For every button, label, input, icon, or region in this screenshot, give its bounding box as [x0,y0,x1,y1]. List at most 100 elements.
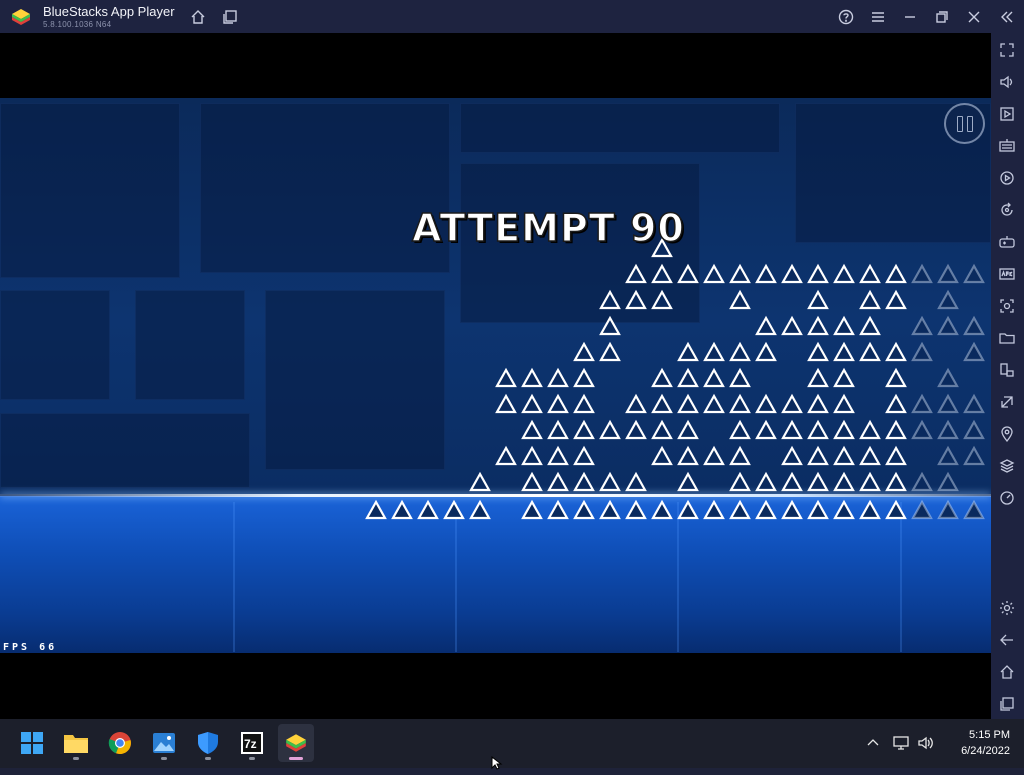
bluestacks-icon[interactable] [278,724,314,762]
rotate-icon[interactable] [997,200,1017,220]
keyboard-icon[interactable] [997,136,1017,156]
gamepad-icon[interactable] [997,232,1017,252]
photos-icon[interactable] [146,724,182,762]
spike-obstacle [781,445,803,466]
spike-obstacle [781,499,803,520]
spike-obstacle [729,393,751,414]
collapse-sidebar-icon[interactable] [997,7,1017,27]
spike-obstacle [495,445,517,466]
speed-icon[interactable] [997,488,1017,508]
spike-obstacle [651,445,673,466]
speaker-icon[interactable] [917,734,935,752]
spike-obstacle [625,289,647,310]
spike-obstacle [573,367,595,388]
android-home-icon[interactable] [997,662,1017,682]
help-icon[interactable] [836,7,856,27]
spike-obstacle [755,263,777,284]
spike-obstacle [807,315,829,336]
spike-obstacle [729,419,751,440]
location-icon[interactable] [997,424,1017,444]
file-explorer-icon[interactable] [58,724,94,762]
spike-obstacle [937,393,959,414]
spike-obstacle [495,367,517,388]
pause-button[interactable] [944,103,985,144]
spike-obstacle [573,393,595,414]
macro-icon[interactable] [997,168,1017,188]
chrome-icon[interactable] [102,724,138,762]
network-icon[interactable] [892,734,910,752]
defender-icon[interactable] [190,724,226,762]
spike-obstacle [677,445,699,466]
spike-obstacle [365,499,387,520]
7zip-icon[interactable]: 7z [234,724,270,762]
spike-obstacle [677,499,699,520]
spike-obstacle [677,471,699,492]
restore-icon[interactable] [932,7,952,27]
svg-text:7z: 7z [244,737,257,751]
home-icon[interactable] [188,7,208,27]
spike-obstacle [521,367,543,388]
minimize-icon[interactable] [900,7,920,27]
spike-obstacle [885,471,907,492]
spike-obstacle [833,315,855,336]
spike-obstacle [755,315,777,336]
folder-icon[interactable] [997,328,1017,348]
screenshot-icon[interactable] [997,296,1017,316]
spike-obstacle [885,393,907,414]
layers-icon[interactable] [997,456,1017,476]
fullscreen-icon[interactable] [997,40,1017,60]
clock-date[interactable]: 6/24/2022 [940,745,1010,757]
pause-icon [966,115,973,132]
windows-start-icon[interactable] [14,724,50,762]
menu-icon[interactable] [868,7,888,27]
spike-obstacle [651,367,673,388]
spike-obstacle [547,419,569,440]
spike-obstacle [833,393,855,414]
taskbar: 7z 5:15 PM 6/24/2022 [0,719,1024,768]
spike-obstacle [573,445,595,466]
spike-obstacle [807,419,829,440]
spike-obstacle [859,341,881,362]
chevron-up-icon[interactable] [864,734,882,752]
spike-obstacle [963,419,985,440]
spike-obstacle [625,393,647,414]
spike-obstacle [937,367,959,388]
back-icon[interactable] [997,630,1017,650]
spike-obstacle [729,471,751,492]
spike-obstacle [625,499,647,520]
close-icon[interactable] [964,7,984,27]
spike-obstacle [781,471,803,492]
spike-obstacle [703,341,725,362]
spike-obstacle [417,499,439,520]
spike-obstacle [807,393,829,414]
spike-obstacle [599,471,621,492]
spike-obstacle [885,341,907,362]
spike-obstacle [859,445,881,466]
volume-icon[interactable] [997,72,1017,92]
spike-obstacle [911,393,933,414]
spike-obstacle [677,419,699,440]
spike-obstacle [781,393,803,414]
spike-obstacle [859,499,881,520]
spike-obstacle [911,315,933,336]
settings-icon[interactable] [997,598,1017,618]
eco-mode-icon[interactable] [997,392,1017,412]
spike-obstacle [521,471,543,492]
spike-obstacle [599,315,621,336]
apk-icon[interactable] [997,264,1017,284]
emulator-viewport[interactable]: ATTEMPT 90 FPS 66 [0,33,991,719]
spike-obstacle [677,341,699,362]
clock-time[interactable]: 5:15 PM [950,729,1010,741]
spike-obstacle [573,471,595,492]
resize-icon[interactable] [997,360,1017,380]
spike-obstacle [937,289,959,310]
spike-obstacle [859,289,881,310]
spike-obstacle [807,367,829,388]
screen-record-icon[interactable] [997,104,1017,124]
game-scene[interactable]: ATTEMPT 90 [0,98,991,653]
recents-icon[interactable] [997,694,1017,714]
spike-obstacle [521,499,543,520]
spike-obstacle [963,445,985,466]
spike-obstacle [729,289,751,310]
multi-instance-icon[interactable] [220,7,240,27]
